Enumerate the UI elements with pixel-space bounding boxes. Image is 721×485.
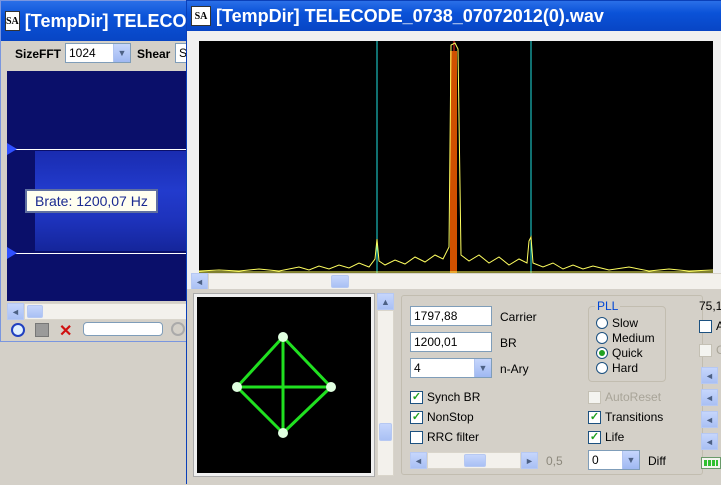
right-checkbox-c-label: C <box>716 343 721 357</box>
spectrum-panel: ◄ <box>187 31 721 290</box>
right-scroll-button-1[interactable]: ◄ <box>701 367 718 384</box>
fft-toolbar: SizeFFT 1024 ▼ Shear S <box>1 41 195 67</box>
app-icon: SA <box>5 11 20 31</box>
main-window-titlebar[interactable]: SA [TempDir] TELECODE_0738_07072012(0).w… <box>187 1 721 31</box>
waterfall-line-bottom <box>7 253 189 254</box>
rrc-filter-label: RRC filter <box>427 430 480 444</box>
slider-thumb[interactable] <box>464 454 486 467</box>
nonstop-label: NonStop <box>427 410 474 424</box>
diff-value: 0 <box>592 453 599 467</box>
back-window: SA [TempDir] TELECODE_0738_07072012(0).w… <box>0 0 195 342</box>
marker-arrow-icon[interactable] <box>7 247 17 259</box>
shear-label: Shear <box>137 47 171 61</box>
nary-select[interactable]: 4 ▼ <box>410 358 492 378</box>
pll-hard-label: Hard <box>612 361 639 375</box>
back-window-titlebar[interactable]: SA [TempDir] TELECODE_0738_07072012(0).w… <box>1 1 187 41</box>
right-scroll-button-3[interactable]: ◄ <box>701 411 718 428</box>
right-value: 75,1 <box>699 299 721 313</box>
back-window-title: [TempDir] TELECODE_0738_07072012(0).wav <box>24 10 187 31</box>
delete-icon[interactable]: ✕ <box>59 321 72 341</box>
threshold-slider[interactable] <box>427 452 521 469</box>
right-scroll-button-4[interactable]: ◄ <box>701 433 718 450</box>
scroll-left-button[interactable]: ◄ <box>191 273 208 290</box>
chevron-down-icon[interactable]: ▼ <box>474 359 491 377</box>
sizefft-label: SizeFFT <box>15 47 62 61</box>
chevron-down-icon[interactable]: ▼ <box>622 451 639 469</box>
carrier-input[interactable]: 1797,88 <box>410 306 492 326</box>
scroll-thumb[interactable] <box>379 423 392 441</box>
slider-value: 0,5 <box>546 454 563 468</box>
scroll-thumb[interactable] <box>27 305 43 318</box>
sizefft-select[interactable]: 1024 ▼ <box>65 43 131 63</box>
waterfall-toolbar: ✕ <box>1 321 189 341</box>
autoreset-checkbox: AutoReset <box>588 390 661 404</box>
spectrum-display[interactable] <box>199 41 713 273</box>
carrier-label: Carrier <box>500 310 537 324</box>
synch-br-checkbox[interactable]: ✓ Synch BR <box>410 390 480 404</box>
demod-panel: ▲ 1797,88 Carrier 1200,01 BR 4 ▼ n-Ary P… <box>187 289 721 485</box>
pll-radio-hard[interactable]: Hard <box>596 361 638 375</box>
rrc-filter-checkbox[interactable]: RRC filter <box>410 430 479 444</box>
life-label: Life <box>605 430 625 444</box>
controls-group: 1797,88 Carrier 1200,01 BR 4 ▼ n-Ary PLL… <box>401 295 703 475</box>
pll-radio-quick[interactable]: Quick <box>596 346 643 360</box>
pll-radio-medium[interactable]: Medium <box>596 331 655 345</box>
main-window-title: [TempDir] TELECODE_0738_07072012(0).wav <box>216 5 604 26</box>
autoreset-label: AutoReset <box>605 390 662 404</box>
slider-left-button[interactable]: ◄ <box>410 452 427 469</box>
waterfall-display[interactable]: Brate: 1200,07 Hz <box>7 71 189 301</box>
zoom-icon[interactable] <box>11 323 25 337</box>
right-scroll-button-2[interactable]: ◄ <box>701 389 718 406</box>
constellation-vscroll[interactable] <box>377 310 394 476</box>
brate-tooltip: Brate: 1200,07 Hz <box>25 189 158 213</box>
waterfall-hscroll[interactable] <box>24 303 189 320</box>
main-window: SA [TempDir] TELECODE_0738_07072012(0).w… <box>186 0 721 485</box>
constellation-frame <box>193 293 375 477</box>
right-checkbox-a-label: A <box>716 319 721 333</box>
no-icon[interactable] <box>171 322 185 336</box>
life-checkbox[interactable]: ✓ Life <box>588 430 624 444</box>
diff-select[interactable]: 0 ▼ <box>588 450 640 470</box>
pll-medium-label: Medium <box>612 331 655 345</box>
save-icon[interactable] <box>35 323 49 337</box>
br-label: BR <box>500 336 517 350</box>
waterfall-line-top <box>7 149 189 150</box>
marker-arrow-icon[interactable] <box>7 143 17 155</box>
constellation-display[interactable] <box>197 297 371 473</box>
transitions-label: Transitions <box>605 410 664 424</box>
sizefft-value: 1024 <box>69 46 96 60</box>
nary-label: n-Ary <box>500 362 529 376</box>
synch-br-label: Synch BR <box>427 390 481 404</box>
level-indicator <box>701 457 721 469</box>
pll-quick-label: Quick <box>612 346 643 360</box>
pll-title: PLL <box>595 299 621 313</box>
transitions-checkbox[interactable]: ✓ Transitions <box>588 410 663 424</box>
slider-right-button[interactable]: ► <box>521 452 538 469</box>
pll-radio-slow[interactable]: Slow <box>596 316 638 330</box>
scroll-thumb[interactable] <box>331 275 349 288</box>
scroll-left-button[interactable]: ◄ <box>7 303 24 320</box>
chevron-down-icon[interactable]: ▼ <box>113 44 130 62</box>
right-checkbox-c: C <box>699 343 721 357</box>
nary-value: 4 <box>414 361 421 375</box>
spectrum-hscroll[interactable] <box>208 273 721 290</box>
nonstop-checkbox[interactable]: ✓ NonStop <box>410 410 474 424</box>
scroll-up-button[interactable]: ▲ <box>377 293 394 310</box>
progress-field <box>83 322 163 336</box>
pll-slow-label: Slow <box>612 316 639 330</box>
br-input[interactable]: 1200,01 <box>410 332 492 352</box>
app-icon: SA <box>191 6 211 26</box>
diff-label: Diff <box>648 454 666 468</box>
right-checkbox-a[interactable]: A <box>699 319 721 333</box>
